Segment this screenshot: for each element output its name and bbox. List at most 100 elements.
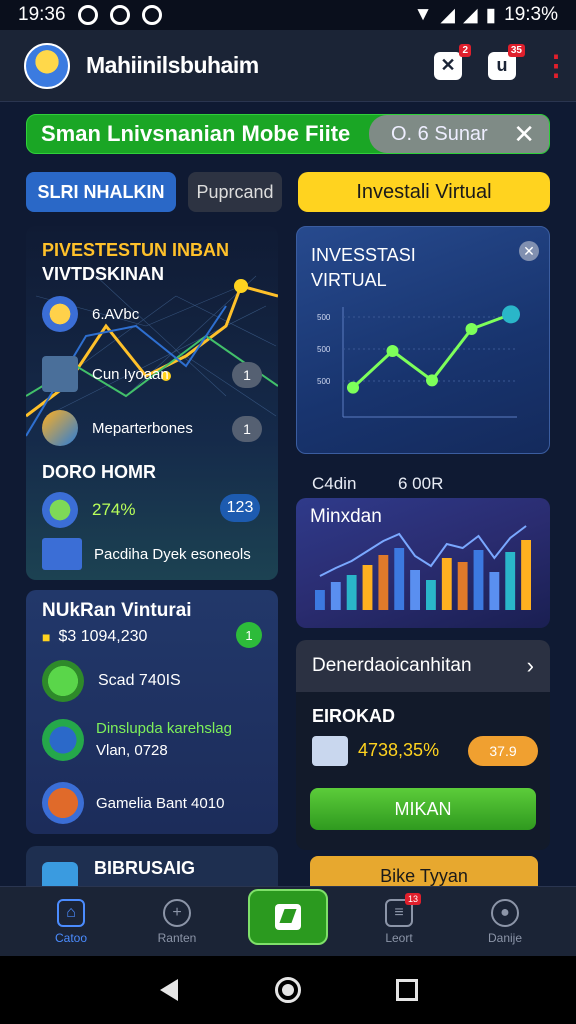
card3-bar xyxy=(505,552,516,610)
card2-point xyxy=(426,374,438,387)
coin-icon xyxy=(42,296,78,332)
card1-percent-row[interactable]: 274% xyxy=(42,492,135,528)
nav-explore[interactable]: + Ranten xyxy=(142,892,212,952)
card5-label: EIROKAD xyxy=(312,706,396,726)
flag-badge: 2 xyxy=(459,43,471,57)
wallet-icon xyxy=(312,736,348,766)
virtual-investment-card[interactable]: INVESSTASI VIRTUAL ✕ 500 500 500 xyxy=(296,226,550,454)
nav-report[interactable]: ≡ 13 Leort xyxy=(364,892,434,952)
card3-bar xyxy=(330,582,341,610)
banner-right-label: O. 6 Sunar ✕ xyxy=(369,115,549,153)
mikan-button[interactable]: MIKAN xyxy=(310,788,536,830)
card2-point xyxy=(502,305,520,324)
chip-first[interactable]: SLRI NHALKIN xyxy=(26,172,176,212)
robot-icon xyxy=(42,660,84,702)
card3-bar xyxy=(362,565,373,610)
card1-footer-row[interactable]: Pacdiha Dyek esoneols xyxy=(42,538,251,570)
home-icon: ⌂ xyxy=(57,898,85,927)
report-badge: 13 xyxy=(404,892,421,905)
card4-title: NUkRan Vinturai xyxy=(42,600,192,621)
card2-title-line1: INVESSTASI xyxy=(311,245,416,265)
card1-row-1[interactable]: 6.AVbc xyxy=(42,296,139,332)
bottom-nav: ⌂ Catoo + Ranten ≡ 13 Leort ● Danije xyxy=(0,886,576,956)
recents-button[interactable] xyxy=(394,977,420,1003)
app-bar: Mahiinilsbuhaim ✕ 2 u 35 ⋮ xyxy=(0,30,576,102)
card4-row-3[interactable]: Gamelia Bant 4010 xyxy=(42,782,224,824)
card3-bar xyxy=(426,580,436,610)
card2-point xyxy=(386,345,399,357)
card4-amount-row[interactable]: ■ $3 1094,230 xyxy=(42,628,147,646)
phone-icon xyxy=(42,356,78,392)
report-icon: ≡ 13 xyxy=(385,892,421,927)
card2-line-chart: 500 500 500 xyxy=(317,305,520,418)
notification-icon xyxy=(77,5,98,25)
home-button[interactable] xyxy=(274,977,301,1003)
stat-left: C4din xyxy=(312,474,357,493)
notification-icon-3 xyxy=(141,5,162,25)
chip-second[interactable]: Puprcand xyxy=(188,172,282,212)
edit-icon xyxy=(275,903,301,930)
notification-icon-2 xyxy=(109,5,130,25)
card4-row-2[interactable]: Dinslupda karehslag Vlan, 0728 xyxy=(42,718,232,762)
wifi-icon: ▼ xyxy=(413,4,433,25)
card3-bar xyxy=(394,548,405,610)
card6-title: BIBRUSAIG xyxy=(94,858,196,878)
y-tick-label: 500 xyxy=(317,377,331,386)
flag-icon: ✕ xyxy=(440,55,456,75)
y-tick-label: 500 xyxy=(317,345,331,354)
back-icon xyxy=(160,979,179,1001)
nav-profile[interactable]: ● Danije xyxy=(470,892,540,952)
card3-bar xyxy=(346,575,357,610)
nav-create-button[interactable] xyxy=(248,888,328,945)
card1-section-title: DORO HOMR xyxy=(42,462,156,482)
close-icon[interactable]: ✕ xyxy=(513,119,535,150)
chip-investali-virtual[interactable]: Investali Virtual xyxy=(298,172,550,212)
card3-bar-chart xyxy=(315,525,531,610)
banner-text: Sman Lnivsnanian Mobe Fiite xyxy=(41,121,351,146)
card1-title-line1: PIVESTESTUN INBAN xyxy=(42,240,230,260)
more-menu-icon[interactable]: ⋮ xyxy=(542,51,570,80)
home-circle-icon xyxy=(274,977,301,1003)
investment-card[interactable]: PIVESTESTUN INBAN VIVTDSKINAN 6.AVbc Cun… xyxy=(26,226,278,580)
update-badge: 35 xyxy=(507,43,525,57)
shield-icon xyxy=(42,410,78,446)
nav-home[interactable]: ⌂ Catoo xyxy=(36,892,106,952)
mini-bar-card[interactable]: Minxdan xyxy=(296,498,550,628)
status-bar: 19:36 ▼ ◢ ◢ ▮ 19:3% xyxy=(0,0,576,30)
card5-badge: 37.9 xyxy=(468,736,538,766)
building-icon xyxy=(42,538,82,570)
app-title: Mahiinilsbuhaim xyxy=(86,52,259,78)
card2-close-icon[interactable]: ✕ xyxy=(519,241,539,261)
flag-button[interactable]: ✕ 2 xyxy=(434,43,471,80)
chevron-right-icon[interactable]: › xyxy=(527,653,534,679)
card3-bar xyxy=(489,572,500,610)
battery-icon: ▮ xyxy=(485,4,497,26)
card5-value: 4738,35% xyxy=(358,740,440,760)
card3-bar xyxy=(315,590,325,610)
card4-row-1[interactable]: Scad 740IS xyxy=(42,660,181,702)
card3-bar xyxy=(410,570,420,610)
battery-text: 19:3% xyxy=(504,4,558,25)
card1-row-2[interactable]: Cun Iyoaan xyxy=(42,356,169,392)
compass-icon: + xyxy=(163,898,191,927)
virtual-account-card[interactable]: NUkRan Vinturai ■ $3 1094,230 1 Scad 740… xyxy=(26,590,278,834)
card1-row-3[interactable]: Meparterbones xyxy=(42,410,193,446)
promo-banner[interactable]: Sman Lnivsnanian Mobe Fiite O. 6 Sunar ✕ xyxy=(26,114,550,154)
card3-bar xyxy=(441,558,452,610)
avatar[interactable] xyxy=(24,42,70,89)
update-button[interactable]: u 35 xyxy=(488,43,525,80)
recents-icon xyxy=(395,979,418,1001)
card2-point xyxy=(347,381,359,394)
card3-bar xyxy=(457,562,468,610)
recommendation-card[interactable]: Denerdaoicanhitan › EIROKAD 4738,35% 37.… xyxy=(296,640,550,850)
card5-header[interactable]: Denerdaoicanhitan › xyxy=(296,640,550,692)
status-time: 19:36 xyxy=(18,4,66,25)
ball-icon xyxy=(42,782,84,824)
card3-bar xyxy=(378,555,389,610)
card1-row3-pill: 1 xyxy=(232,416,262,442)
update-icon: u xyxy=(496,55,508,75)
back-button[interactable] xyxy=(156,977,182,1003)
card5-header-text: Denerdaoicanhitan xyxy=(312,655,472,676)
target-icon xyxy=(42,719,84,761)
profile-icon: ● xyxy=(491,898,519,927)
